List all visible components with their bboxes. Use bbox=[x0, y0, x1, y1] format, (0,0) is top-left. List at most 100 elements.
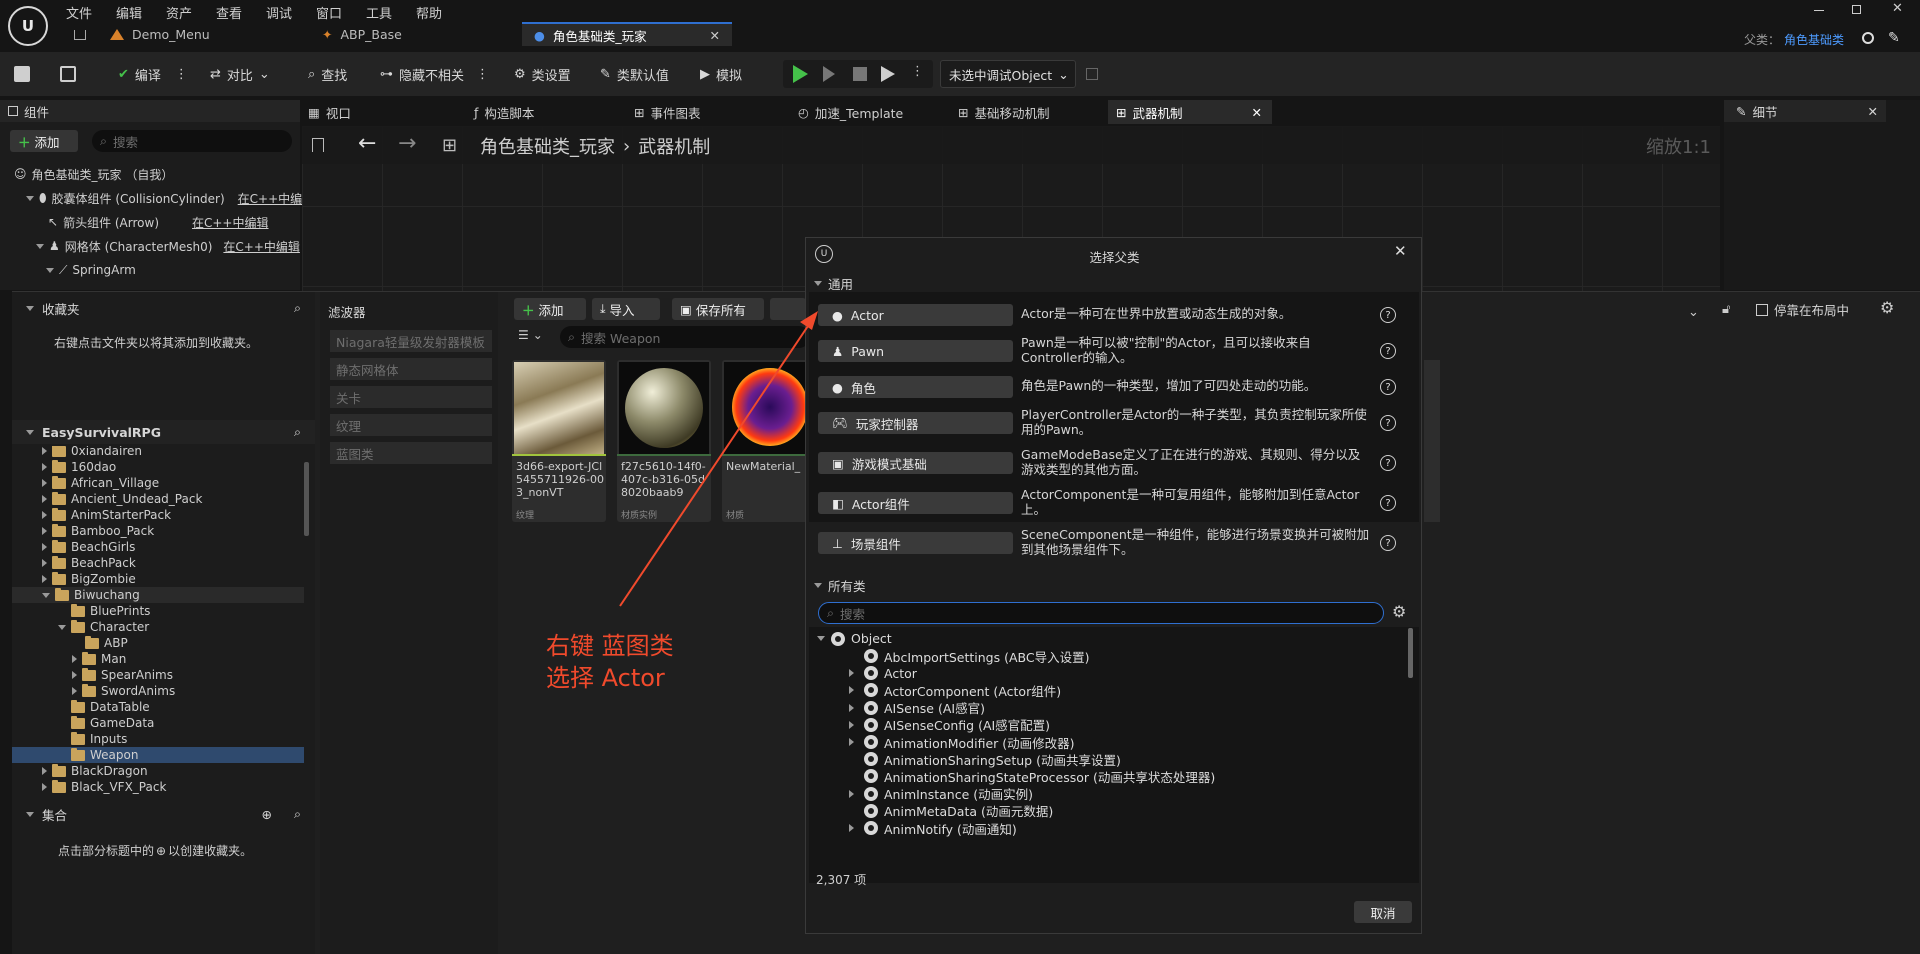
expand-arrow-icon[interactable] bbox=[42, 495, 47, 503]
collapse-arrow-icon[interactable] bbox=[42, 592, 50, 598]
folder-item[interactable]: DataTable bbox=[12, 699, 304, 715]
class-tree-item[interactable]: AnimNotify (动画通知) bbox=[849, 819, 1017, 837]
folder-item[interactable]: Bamboo_Pack bbox=[12, 523, 304, 539]
folder-item[interactable]: 0xiandairen bbox=[12, 446, 304, 459]
minimize-icon[interactable] bbox=[1814, 10, 1824, 11]
close-window-icon[interactable]: ✕ bbox=[1892, 1, 1903, 16]
class-tree-item[interactable]: AnimMetaData (动画元数据) bbox=[864, 802, 1053, 820]
asset-tile-partial[interactable] bbox=[1424, 360, 1440, 522]
stop-icon[interactable] bbox=[853, 67, 867, 81]
common-class-actor-component-button[interactable]: ◧ Actor组件 bbox=[818, 492, 1013, 514]
component-row-mesh[interactable]: ♟ 网格体 (CharacterMesh0) 在C++中编辑 bbox=[36, 238, 300, 254]
search-icon[interactable] bbox=[1862, 32, 1874, 44]
menu-file[interactable]: 文件 bbox=[66, 3, 92, 22]
folder-item[interactable]: Man bbox=[12, 651, 304, 667]
common-class-game-mode-button[interactable]: ▣ 游戏模式基础 bbox=[818, 452, 1013, 474]
eject-icon[interactable] bbox=[881, 66, 895, 82]
tab-viewport[interactable]: ▦ 视口 bbox=[308, 103, 351, 122]
find-button[interactable]: ⌕ 查找 bbox=[308, 52, 347, 96]
help-icon[interactable]: ? bbox=[1380, 415, 1396, 431]
lock-icon[interactable]: 🔓︎ bbox=[1722, 302, 1730, 317]
help-icon[interactable]: ? bbox=[1380, 343, 1396, 359]
tab-construction-script[interactable]: ƒ 构造脚本 bbox=[474, 103, 534, 122]
compile-button[interactable]: ✔ 编译 ⋮ bbox=[118, 52, 188, 96]
folder-item[interactable]: AnimStarterPack bbox=[12, 507, 304, 523]
filter-dropdown[interactable]: ☰ ⌄ bbox=[518, 328, 543, 342]
browse-icon[interactable] bbox=[60, 66, 76, 82]
help-icon[interactable]: ? bbox=[1380, 307, 1396, 323]
gear-icon[interactable]: ⚙ bbox=[1392, 602, 1406, 621]
collapse-arrow-icon[interactable] bbox=[46, 267, 54, 273]
project-root-header[interactable]: EasySurvivalRPG ⌕ bbox=[12, 420, 315, 444]
pencil-icon[interactable]: ✎ bbox=[1888, 30, 1900, 46]
expand-arrow-icon[interactable] bbox=[849, 686, 854, 695]
filter-blueprint-class[interactable]: 蓝图类 bbox=[330, 442, 492, 464]
restore-icon[interactable] bbox=[1852, 5, 1861, 14]
expand-arrow-icon[interactable] bbox=[42, 479, 47, 487]
gear-icon[interactable]: ⚙ bbox=[1880, 298, 1894, 317]
folder-item[interactable]: SwordAnims bbox=[12, 683, 304, 699]
class-tree-item[interactable]: AnimInstance (动画实例) bbox=[849, 785, 1033, 803]
expand-arrow-icon[interactable] bbox=[42, 783, 47, 791]
class-tree-item[interactable]: AISenseConfig (AI感官配置) bbox=[849, 716, 1050, 734]
class-tree-item[interactable]: AnimationSharingSetup (动画共享设置) bbox=[864, 750, 1121, 768]
folder-item[interactable]: Biwuchang bbox=[12, 587, 304, 603]
expand-arrow-icon[interactable] bbox=[72, 655, 77, 663]
search-icon[interactable]: ⌕ bbox=[294, 806, 301, 822]
expand-arrow-icon[interactable] bbox=[849, 669, 854, 678]
folder-item[interactable]: BigZombie bbox=[12, 571, 304, 587]
menu-help[interactable]: 帮助 bbox=[416, 3, 442, 22]
diff-button[interactable]: ⇄ 对比 ⌄ bbox=[210, 52, 270, 96]
folder-item[interactable]: BeachPack bbox=[12, 555, 304, 571]
class-tree-scrollbar[interactable] bbox=[1408, 628, 1413, 678]
doc-tab-abp-base[interactable]: ✦ ABP_Base bbox=[310, 22, 414, 46]
add-component-button[interactable]: ＋ 添加 bbox=[10, 130, 78, 152]
edit-in-cpp-link[interactable]: 在C++中编辑 bbox=[192, 214, 269, 231]
expand-arrow-icon[interactable] bbox=[42, 511, 47, 519]
unreal-logo-icon[interactable]: U bbox=[8, 6, 48, 46]
common-class-pawn-button[interactable]: ♟ Pawn bbox=[818, 340, 1013, 362]
class-tree-item[interactable]: AnimationModifier (动画修改器) bbox=[849, 733, 1075, 751]
menu-tools[interactable]: 工具 bbox=[366, 3, 392, 22]
class-tree-item[interactable]: AnimationSharingStateProcessor (动画共享状态处理… bbox=[864, 767, 1215, 785]
filter-level[interactable]: 关卡 bbox=[330, 386, 492, 408]
more-options-icon[interactable]: ⋮ bbox=[476, 67, 489, 82]
folder-item[interactable]: BeachGirls bbox=[12, 539, 304, 555]
menu-edit[interactable]: 编辑 bbox=[116, 3, 142, 22]
component-row-arrow[interactable]: ↖ 箭头组件 (Arrow) 在C++中编辑 bbox=[48, 214, 269, 230]
folder-item[interactable]: Inputs bbox=[12, 731, 304, 747]
common-class-scene-component-button[interactable]: ⊥ 场景组件 bbox=[818, 532, 1013, 554]
folder-item[interactable]: 160dao bbox=[12, 459, 304, 475]
expand-arrow-icon[interactable] bbox=[42, 527, 47, 535]
dock-in-layout-button[interactable]: 停靠在布局中 bbox=[1756, 300, 1849, 319]
more-options-icon[interactable]: ⋮ bbox=[175, 67, 188, 82]
expand-arrow-icon[interactable] bbox=[42, 767, 47, 775]
expand-arrow-icon[interactable] bbox=[42, 559, 47, 567]
breadcrumb-root[interactable]: 角色基础类_玩家 bbox=[480, 133, 615, 159]
add-asset-button[interactable]: ＋ 添加 bbox=[514, 298, 586, 320]
parent-class-link[interactable]: 角色基础类 bbox=[1784, 31, 1844, 48]
class-tree-item[interactable]: AbcImportSettings (ABC导入设置) bbox=[864, 647, 1089, 665]
collapse-arrow-icon[interactable] bbox=[26, 195, 34, 201]
menu-window[interactable]: 窗口 bbox=[316, 3, 342, 22]
folder-item[interactable]: Black_VFX_Pack bbox=[12, 779, 304, 795]
help-icon[interactable]: ? bbox=[1380, 379, 1396, 395]
common-class-character-button[interactable]: ● 角色 bbox=[818, 376, 1013, 398]
collections-header[interactable]: 集合 ⊕ ⌕ bbox=[12, 802, 315, 826]
favorites-header[interactable]: 收藏夹 ⌕ bbox=[12, 296, 315, 320]
edit-in-cpp-link[interactable]: 在C++中编 bbox=[238, 190, 303, 207]
class-tree-root[interactable]: Object bbox=[817, 631, 892, 646]
folder-item[interactable]: Character bbox=[12, 619, 304, 635]
close-icon[interactable]: ✕ bbox=[1394, 242, 1407, 260]
forward-arrow-icon[interactable]: → bbox=[398, 131, 416, 156]
path-dropdown-arrow[interactable]: ⌄ bbox=[1688, 305, 1699, 320]
folder-tree-scrollbar[interactable] bbox=[304, 462, 309, 536]
expand-arrow-icon[interactable] bbox=[849, 824, 854, 832]
help-icon[interactable]: ? bbox=[1380, 455, 1396, 471]
component-row-self[interactable]: ☺ 角色基础类_玩家 （自我） bbox=[14, 166, 173, 182]
filter-static-mesh[interactable]: 静态网格体 bbox=[330, 358, 492, 380]
tab-event-graph[interactable]: ⊞ 事件图表 bbox=[634, 103, 701, 122]
help-icon[interactable]: ? bbox=[1380, 495, 1396, 511]
help-icon[interactable]: ? bbox=[1380, 535, 1396, 551]
search-icon[interactable]: ⌕ bbox=[294, 424, 301, 440]
